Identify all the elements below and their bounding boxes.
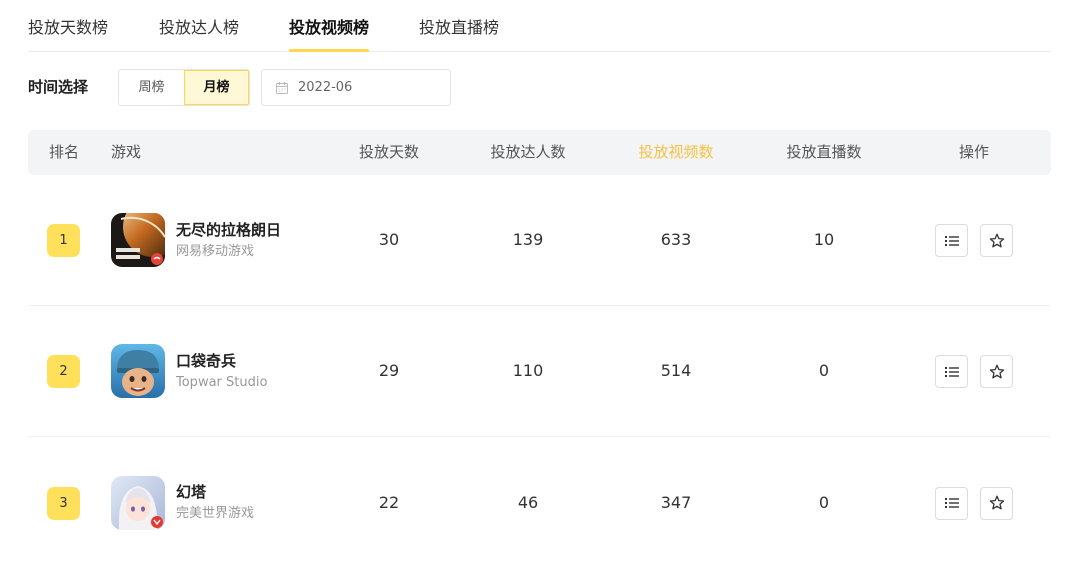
star-icon [989, 495, 1004, 510]
list-icon [944, 235, 959, 246]
tab-video-ranking[interactable]: 投放视频榜 [289, 16, 370, 52]
table-row[interactable]: 3 幻塔 完美世界游戏 22 46 347 0 [28, 437, 1051, 563]
game-publisher: 网易移动游戏 [176, 244, 255, 259]
column-actions: 操作 [958, 143, 990, 161]
videos-value: 347 [660, 492, 692, 512]
lives-value: 10 [813, 230, 835, 249]
month-picker[interactable]: 2022-06 [261, 69, 451, 106]
lives-value: 0 [818, 492, 830, 512]
detail-list-button[interactable] [935, 224, 968, 257]
column-game: 游戏 [111, 143, 142, 161]
rank-badge: 2 [47, 355, 80, 388]
creators-value: 46 [517, 492, 539, 512]
column-videos[interactable]: 投放视频数 [638, 130, 713, 175]
game-publisher: Topwar Studio [176, 375, 268, 390]
videos-value: 633 [660, 230, 692, 249]
month-picker-value: 2022-06 [298, 80, 353, 95]
time-select-label: 时间选择 [28, 78, 89, 96]
star-icon [989, 233, 1004, 247]
favorite-button[interactable] [980, 486, 1013, 520]
tab-creator-ranking[interactable]: 投放达人榜 [159, 16, 239, 40]
list-icon [944, 366, 959, 377]
list-icon [944, 498, 959, 508]
game-icon [111, 475, 165, 530]
period-toggle: 周榜 月榜 [118, 69, 250, 106]
game-name[interactable]: 幻塔 [176, 482, 206, 502]
game-name[interactable]: 口袋奇兵 [176, 351, 236, 371]
column-creators[interactable]: 投放达人数 [490, 130, 565, 175]
monthly-button[interactable]: 月榜 [184, 70, 249, 105]
table-row[interactable]: 1 无尽的拉格朗日 网易移动游戏 30 139 633 10 [28, 175, 1051, 306]
creators-value: 139 [512, 230, 544, 249]
tab-days-ranking[interactable]: 投放天数榜 [28, 16, 108, 40]
rank-badge: 1 [47, 224, 80, 257]
game-icon [111, 213, 165, 267]
creators-value: 110 [512, 361, 544, 380]
ranking-tabs: 投放天数榜 投放达人榜 投放视频榜 投放直播榜 [28, 0, 1051, 52]
column-days[interactable]: 投放天数 [359, 130, 419, 175]
detail-list-button[interactable] [935, 355, 968, 388]
days-value: 30 [378, 230, 400, 249]
lives-value: 0 [818, 361, 830, 380]
star-icon [989, 364, 1004, 378]
favorite-button[interactable] [980, 355, 1013, 388]
favorite-button[interactable] [980, 224, 1013, 257]
rank-badge: 3 [47, 486, 80, 520]
table-row[interactable]: 2 口袋奇兵 Topwar Studio 29 110 514 0 [28, 306, 1051, 437]
table-header: 排名 游戏 投放天数 投放达人数 投放视频数 投放直播数 操作 [28, 130, 1051, 175]
calendar-icon [276, 81, 288, 94]
days-value: 22 [378, 492, 400, 512]
days-value: 29 [378, 361, 400, 380]
detail-list-button[interactable] [935, 486, 968, 520]
game-publisher: 完美世界游戏 [176, 506, 255, 521]
column-rank: 排名 [49, 143, 80, 161]
game-icon [111, 344, 165, 398]
weekly-button[interactable]: 周榜 [119, 70, 184, 105]
column-lives[interactable]: 投放直播数 [786, 130, 861, 175]
tab-live-ranking[interactable]: 投放直播榜 [419, 16, 499, 40]
videos-value: 514 [660, 361, 692, 380]
game-name[interactable]: 无尽的拉格朗日 [176, 220, 281, 240]
